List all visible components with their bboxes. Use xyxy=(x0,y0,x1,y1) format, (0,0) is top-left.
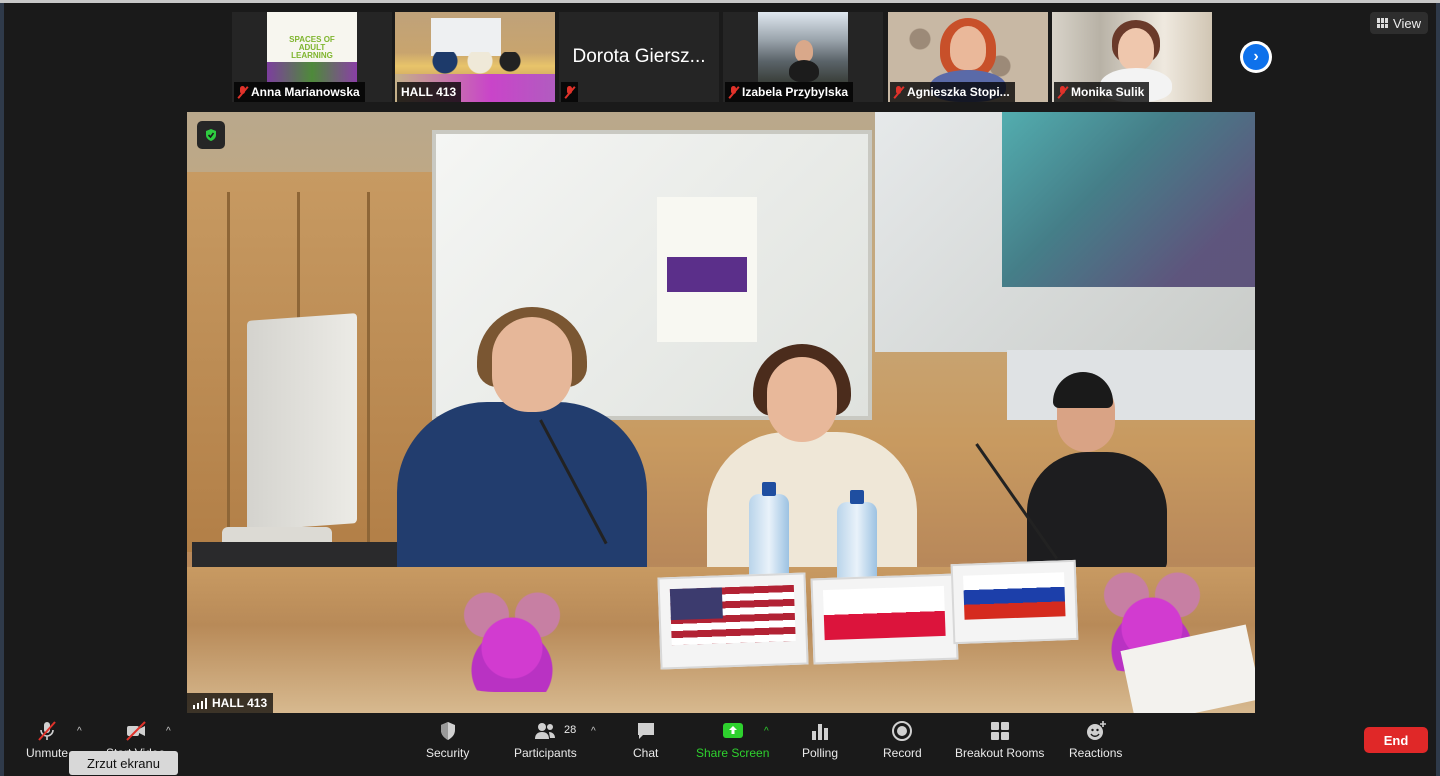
thumbnail-izabela-przybylska[interactable]: Izabela Przybylska xyxy=(723,12,883,102)
signal-strength-icon xyxy=(193,697,207,709)
smiley-plus-icon xyxy=(1086,721,1106,740)
audio-options-caret-icon[interactable]: ^ xyxy=(77,726,82,737)
participants-icon xyxy=(535,723,556,739)
polling-label: Polling xyxy=(802,746,839,760)
poster-title: SPACES OF ADULT LEARNING xyxy=(289,35,335,60)
mic-muted-icon xyxy=(565,86,574,98)
breakout-rooms-label: Breakout Rooms xyxy=(955,746,1045,760)
record-button[interactable]: Record xyxy=(883,719,922,760)
main-speaker-video xyxy=(187,112,1255,713)
unmute-button[interactable]: Unmute xyxy=(26,719,68,760)
participant-name: Agnieszka Stopi... xyxy=(907,85,1010,99)
participant-name-tag: Monika Sulik xyxy=(1054,82,1150,102)
record-icon xyxy=(892,721,913,741)
security-button[interactable]: Security xyxy=(426,719,469,760)
participants-count: 28 xyxy=(564,724,577,736)
participants-label: Participants xyxy=(514,746,577,760)
record-label: Record xyxy=(883,746,922,760)
poland-flag-card xyxy=(810,573,959,665)
video-camera-off-icon xyxy=(125,721,146,741)
shield-icon xyxy=(440,722,455,740)
mic-muted-icon xyxy=(729,86,738,98)
unmute-label: Unmute xyxy=(26,746,69,760)
view-button-label: View xyxy=(1393,15,1421,31)
participant-name: Izabela Przybylska xyxy=(742,85,849,99)
encryption-shield-icon[interactable] xyxy=(197,121,225,149)
microphone-muted-icon xyxy=(38,721,56,741)
chat-bubble-icon xyxy=(637,723,654,739)
computer-monitor xyxy=(247,313,357,531)
share-screen-icon xyxy=(722,723,743,738)
mic-muted-icon xyxy=(238,86,247,98)
conference-poster-image: SPACES OF ADULT LEARNING xyxy=(267,12,357,82)
participant-name-large: Dorota Giersz... xyxy=(572,46,706,67)
breakout-rooms-button[interactable]: Breakout Rooms xyxy=(955,719,1044,760)
end-meeting-button[interactable]: End xyxy=(1364,727,1428,753)
participant-name: Anna Marianowska xyxy=(251,85,360,99)
usa-flag-card xyxy=(657,572,809,670)
participant-name: HALL 413 xyxy=(401,85,457,99)
window-top-border xyxy=(0,0,1440,3)
thumbnail-agnieszka-stopi[interactable]: Agnieszka Stopi... xyxy=(888,12,1048,102)
participant-name-tag xyxy=(561,82,578,102)
share-options-caret-icon[interactable]: ^ xyxy=(764,726,769,737)
security-label: Security xyxy=(426,746,470,760)
thumbnail-dorota-giersz[interactable]: Dorota Giersz... xyxy=(559,12,719,102)
participant-name-tag: Anna Marianowska xyxy=(234,82,365,102)
mic-muted-icon xyxy=(894,86,903,98)
bar-chart-icon xyxy=(812,724,829,740)
share-screen-button[interactable]: Share Screen xyxy=(696,719,769,760)
mic-muted-icon xyxy=(1058,86,1067,98)
window-right-edge xyxy=(1436,3,1440,776)
chat-button[interactable]: Chat xyxy=(633,719,658,760)
participant-name: Monika Sulik xyxy=(1071,85,1145,99)
participant-name-tag: HALL 413 xyxy=(397,82,462,102)
reactions-button[interactable]: Reactions xyxy=(1069,719,1122,760)
participant-name-tag: Agnieszka Stopi... xyxy=(890,82,1015,102)
share-screen-label: Share Screen xyxy=(696,746,770,760)
meeting-toolbar: Unmute ^ Start Video ^ Security Particip… xyxy=(4,713,1436,776)
participants-options-caret-icon[interactable]: ^ xyxy=(591,726,596,737)
chat-label: Chat xyxy=(633,746,659,760)
polling-button[interactable]: Polling xyxy=(802,719,838,760)
breakout-rooms-icon xyxy=(990,722,1009,740)
screenshot-tooltip: Zrzut ekranu xyxy=(69,751,178,775)
video-options-caret-icon[interactable]: ^ xyxy=(166,726,171,737)
active-speaker-label: HALL 413 xyxy=(187,693,274,713)
next-page-button[interactable]: › xyxy=(1240,41,1272,73)
window-left-edge xyxy=(0,3,4,776)
conference-poster xyxy=(657,197,757,342)
speaker-name: HALL 413 xyxy=(212,696,268,710)
view-button[interactable]: View xyxy=(1370,12,1428,34)
grid-icon xyxy=(1377,18,1389,28)
reactions-label: Reactions xyxy=(1069,746,1123,760)
thumbnail-hall-413[interactable]: HALL 413 xyxy=(395,12,555,102)
chevron-right-icon: › xyxy=(1243,44,1269,70)
russia-flag-card xyxy=(950,559,1079,645)
thumbnail-anna-marianowska[interactable]: SPACES OF ADULT LEARNING Anna Marianowsk… xyxy=(232,12,392,102)
participant-name-tag: Izabela Przybylska xyxy=(725,82,854,102)
thumbnail-monika-sulik[interactable]: Monika Sulik xyxy=(1052,12,1212,102)
